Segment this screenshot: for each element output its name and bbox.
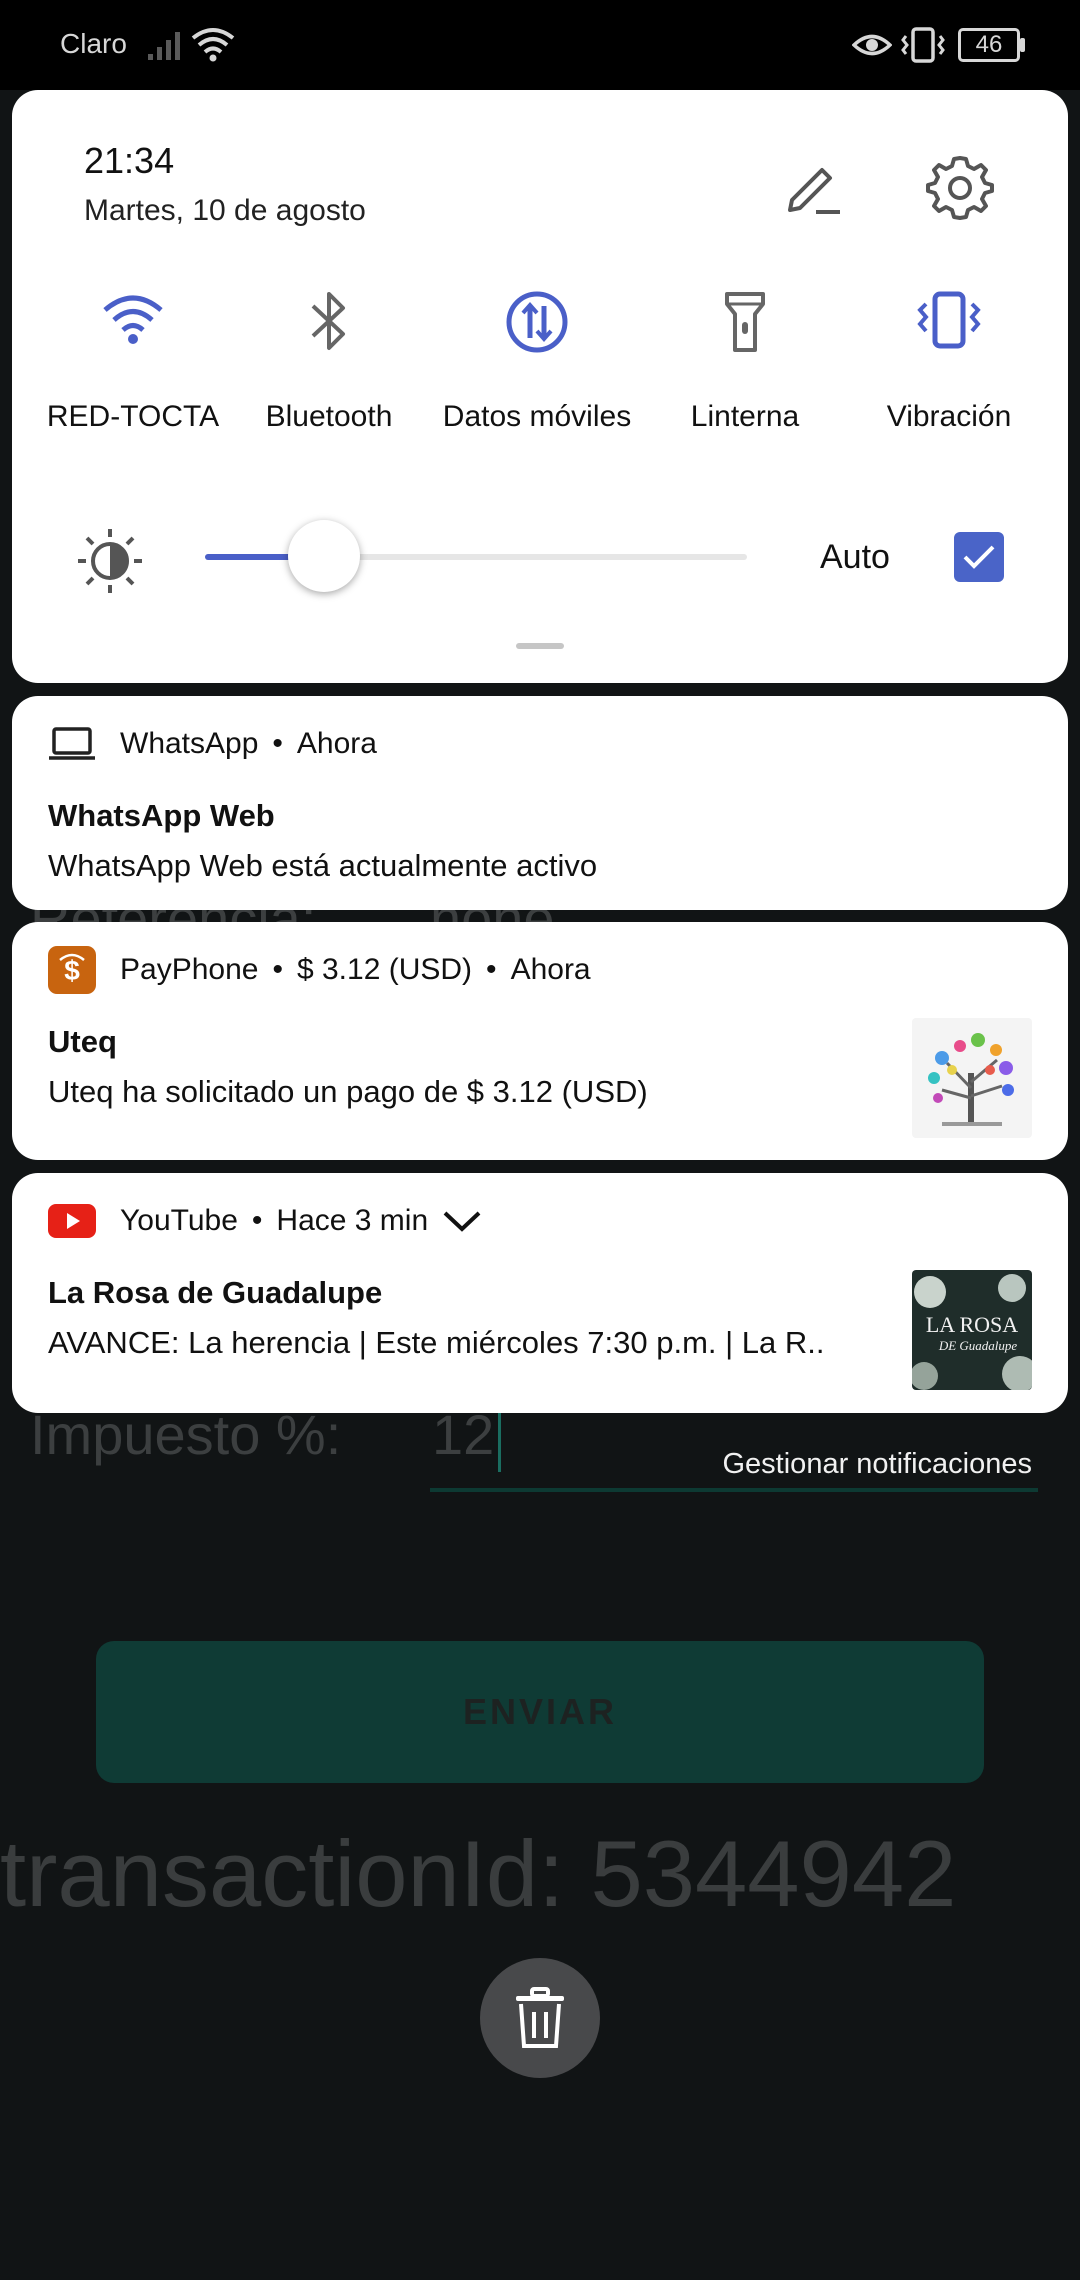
thumbnail-title-line-1: LA ROSA bbox=[926, 1312, 1018, 1337]
wifi-icon bbox=[103, 295, 163, 344]
tile-vibration[interactable]: Vibración bbox=[844, 290, 1054, 440]
youtube-icon bbox=[48, 1197, 96, 1245]
enviar-button[interactable]: ENVIAR bbox=[96, 1641, 984, 1783]
clear-notifications-button[interactable] bbox=[480, 1958, 600, 2078]
auto-brightness-checkbox[interactable] bbox=[954, 532, 1004, 582]
tile-flashlight[interactable]: Linterna bbox=[640, 290, 850, 440]
date[interactable]: Martes, 10 de agosto bbox=[84, 194, 366, 228]
notification-body: WhatsApp Web está actualmente activo bbox=[48, 848, 598, 883]
notification-youtube[interactable]: YouTube • Hace 3 min La Rosa de Guadalup… bbox=[12, 1173, 1068, 1413]
tile-bluetooth[interactable]: Bluetooth bbox=[224, 290, 434, 440]
notification-time: Ahora bbox=[510, 953, 591, 986]
payphone-icon: $ bbox=[48, 946, 96, 994]
notification-header: $ PayPhone • $ 3.12 (USD) • Ahora bbox=[48, 946, 591, 994]
checkmark-icon bbox=[963, 545, 995, 569]
impuesto-underline bbox=[430, 1488, 1038, 1492]
separator-dot: • bbox=[251, 1204, 263, 1237]
transaction-id-text: transactionId: 5344942 bbox=[0, 1821, 957, 1926]
payment-amount: $ 3.12 (USD) bbox=[296, 953, 473, 986]
flashlight-icon bbox=[725, 292, 765, 352]
tile-wifi-label: RED-TOCTA bbox=[46, 400, 220, 433]
gear-icon[interactable] bbox=[926, 152, 994, 220]
text-caret bbox=[498, 1410, 501, 1472]
brightness-icon bbox=[78, 529, 142, 593]
video-thumbnail: LA ROSA DE Guadalupe bbox=[912, 1270, 1032, 1390]
notification-body: AVANCE: La herencia | Este miércoles 7:3… bbox=[48, 1325, 825, 1360]
battery-tip bbox=[1020, 38, 1025, 52]
battery-icon: 46 bbox=[958, 28, 1020, 62]
notification-title: WhatsApp Web bbox=[48, 798, 275, 833]
app-name: WhatsApp bbox=[120, 727, 259, 760]
expand-handle[interactable] bbox=[516, 643, 564, 649]
vibrate-icon bbox=[901, 27, 945, 63]
app-name: PayPhone bbox=[120, 953, 259, 986]
separator-dot: • bbox=[272, 727, 283, 760]
wifi-icon bbox=[191, 28, 235, 62]
vibration-icon bbox=[917, 291, 981, 349]
tile-vibration-label: Vibración bbox=[886, 400, 1012, 433]
tile-wifi[interactable]: RED-TOCTA bbox=[28, 290, 238, 440]
clock: 21:34 bbox=[84, 140, 175, 181]
app-name: YouTube bbox=[120, 1204, 238, 1237]
edit-icon[interactable] bbox=[782, 156, 846, 220]
tile-mobile-data-label: Datos móviles bbox=[442, 400, 632, 433]
trash-icon bbox=[516, 1987, 564, 2048]
quick-settings-panel: 21:34 Martes, 10 de agosto RED-TOCTA Blu… bbox=[12, 90, 1068, 683]
auto-brightness-label: Auto bbox=[820, 538, 890, 576]
bluetooth-icon bbox=[311, 292, 345, 350]
signal-icon bbox=[148, 32, 180, 60]
manage-notifications-link[interactable]: Gestionar notificaciones bbox=[723, 1448, 1033, 1481]
notification-header: YouTube • Hace 3 min bbox=[48, 1197, 482, 1245]
uteq-logo-thumbnail bbox=[912, 1018, 1032, 1138]
laptop-icon bbox=[48, 720, 96, 768]
chevron-down-icon[interactable] bbox=[442, 1208, 482, 1234]
notification-title: La Rosa de Guadalupe bbox=[48, 1275, 383, 1310]
notification-body: Uteq ha solicitado un pago de $ 3.12 (US… bbox=[48, 1074, 648, 1109]
status-bar: Claro 46 bbox=[0, 0, 1080, 90]
notification-time: Ahora bbox=[296, 727, 377, 760]
notification-time: Hace 3 min bbox=[276, 1204, 429, 1237]
notification-payphone[interactable]: $ PayPhone • $ 3.12 (USD) • Ahora Uteq U… bbox=[12, 922, 1068, 1160]
brightness-slider-thumb[interactable] bbox=[288, 520, 361, 592]
carrier-name: Claro bbox=[60, 28, 127, 59]
brightness-slider[interactable] bbox=[205, 554, 747, 560]
notification-whatsapp[interactable]: WhatsApp • Ahora WhatsApp Web WhatsApp W… bbox=[12, 696, 1068, 910]
separator-dot: • bbox=[272, 953, 283, 986]
notification-header: WhatsApp • Ahora bbox=[48, 720, 377, 768]
notification-title: Uteq bbox=[48, 1024, 117, 1059]
svg-text:$: $ bbox=[64, 955, 80, 986]
tile-mobile-data[interactable]: Datos móviles bbox=[432, 290, 642, 440]
thumbnail-title-line-2: DE Guadalupe bbox=[938, 1338, 1018, 1353]
mobile-data-icon bbox=[506, 291, 568, 353]
tile-flashlight-label: Linterna bbox=[690, 400, 800, 433]
eye-comfort-icon bbox=[852, 34, 892, 56]
separator-dot: • bbox=[486, 953, 497, 986]
tile-bluetooth-label: Bluetooth bbox=[265, 400, 393, 433]
